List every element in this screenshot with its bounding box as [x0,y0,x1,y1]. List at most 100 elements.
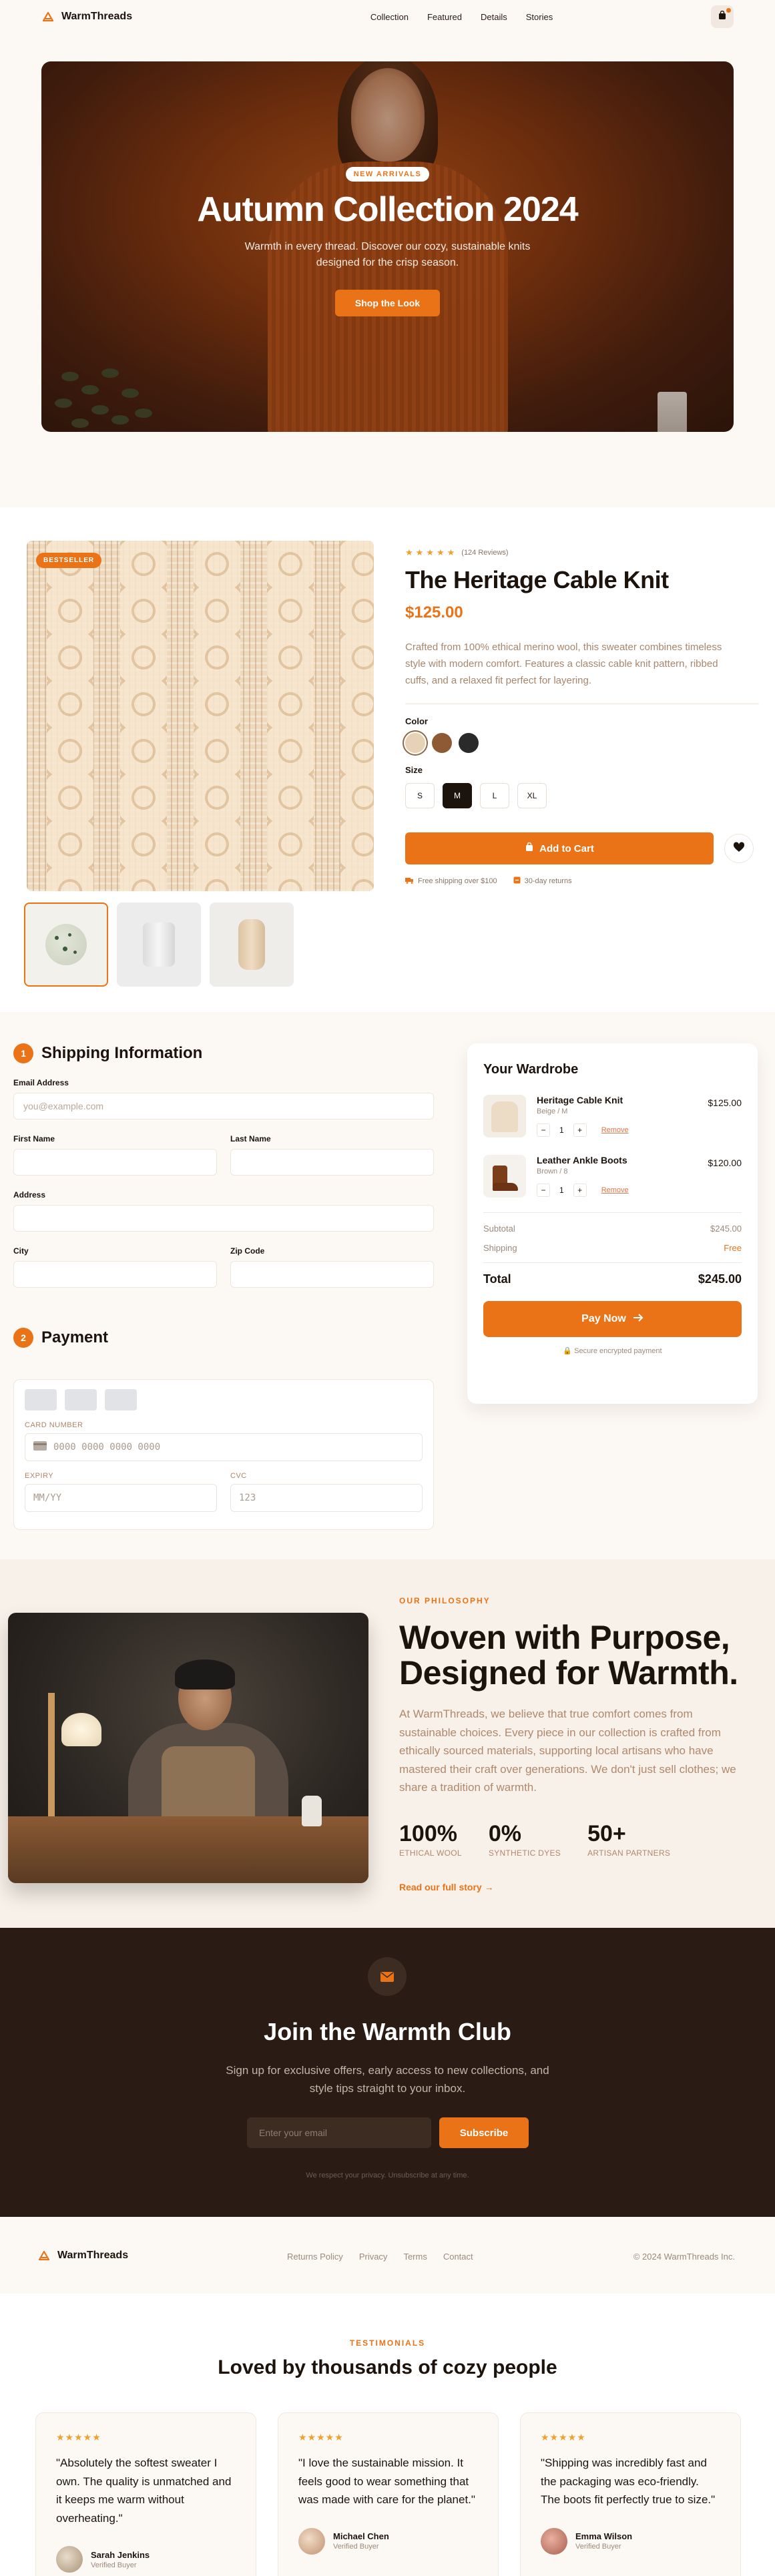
thumbnail-2[interactable] [117,903,201,987]
cart-item-variant: Beige / M [537,1107,568,1115]
size-option-m[interactable]: M [443,783,472,809]
last-name-field[interactable] [230,1149,434,1176]
shopping-bag-icon [718,10,727,23]
brand-logo[interactable]: WarmThreads [41,10,132,23]
cart-item-name: Heritage Cable Knit [537,1095,623,1105]
nav-link-collection[interactable]: Collection [370,12,409,22]
pay-now-label: Pay Now [581,1313,626,1324]
philosophy-content: OUR PHILOSOPHY Woven with Purpose, Desig… [399,1596,760,1892]
stat-label: ARTISAN PARTNERS [587,1848,671,1858]
wishlist-button[interactable] [724,834,754,864]
read-story-link[interactable]: Read our full story → [399,1882,760,1892]
stat-value: 100% [399,1820,457,1846]
cvc-field[interactable]: 123 [230,1484,423,1512]
decrease-qty-button[interactable]: − [537,1123,550,1137]
thumbnail-3[interactable] [210,903,294,987]
purchase-actions: Add to Cart [405,832,759,865]
cart-item-variant: Brown / 8 [537,1168,568,1176]
cart-item: Heritage Cable Knit Beige / M − 1 + Remo… [483,1095,742,1137]
zip-field[interactable] [230,1261,434,1288]
copyright: © 2024 WarmThreads Inc. [633,2252,735,2262]
first-name-label: First Name [13,1134,55,1143]
payment-title: Payment [41,1328,109,1346]
color-swatch-beige[interactable] [405,733,425,754]
pay-now-button[interactable]: Pay Now [483,1301,742,1337]
remove-item-link[interactable]: Remove [601,1126,629,1134]
rating-stars: ★★★★★ [298,2432,344,2442]
shipping-title: Shipping Information [41,1044,203,1062]
address-field[interactable] [13,1205,434,1232]
avatar [56,2546,83,2573]
payment-method-tab[interactable] [65,1389,97,1410]
color-swatch-brown[interactable] [432,733,452,754]
nav-link-stories[interactable]: Stories [526,12,553,22]
nav-link-featured[interactable]: Featured [427,12,462,22]
size-option-l[interactable]: L [480,783,509,809]
cart-item: Leather Ankle Boots Brown / 8 − 1 + Remo… [483,1155,742,1198]
testimonials-title: Loved by thousands of cozy people [218,2356,557,2378]
shop-the-look-button[interactable]: Shop the Look [334,290,441,316]
size-option-s[interactable]: S [405,783,435,809]
thumbnail-1[interactable] [24,903,108,987]
last-name-label: Last Name [230,1134,271,1143]
nav-link-details[interactable]: Details [481,12,507,22]
footer: WarmThreads Returns Policy Privacy Terms… [0,2217,775,2294]
expiry-field[interactable]: MM/YY [25,1484,217,1512]
testimonial-card: ★★★★★ "I love the sustainable mission. I… [278,2412,499,2576]
total-row: Total $245.00 [483,1272,742,1286]
testimonial-cards: ★★★★★ "Absolutely the softest sweater I … [35,2412,741,2576]
philosophy-title: Woven with Purpose, Designed for Warmth. [399,1619,738,1692]
increase-qty-button[interactable]: + [573,1184,587,1197]
footer-link-returns[interactable]: Returns Policy [287,2252,343,2262]
summary-title: Your Wardrobe [483,1062,579,1077]
city-field[interactable] [13,1261,217,1288]
thumbnail-gallery [24,903,294,987]
newsletter-section: Join the Warmth Club Sign up for exclusi… [0,1928,775,2217]
author-role: Verified Buyer [333,2543,379,2551]
email-field[interactable]: you@example.com [13,1093,434,1119]
perk-returns-text: 30-day returns [524,877,572,886]
footer-link-privacy[interactable]: Privacy [359,2252,388,2262]
color-swatch-charcoal[interactable] [459,733,479,754]
lock-icon: 🔒 [563,1347,573,1355]
decrease-qty-button[interactable]: − [537,1184,550,1197]
card-number-field[interactable]: 0000 0000 0000 0000 [25,1433,423,1461]
footer-link-contact[interactable]: Contact [443,2252,473,2262]
bestseller-badge: BESTSELLER [36,553,102,568]
payment-method-tab[interactable] [105,1389,137,1410]
payment-method-tab[interactable] [25,1389,57,1410]
cart-item-image [483,1095,526,1137]
testimonial-quote: "Absolutely the softest sweater I own. T… [56,2457,232,2525]
stat-label: ETHICAL WOOL [399,1848,462,1858]
increase-qty-button[interactable]: + [573,1123,587,1137]
cart-item-price: $125.00 [708,1097,742,1108]
expiry-label: EXPIRY [25,1472,54,1480]
philosophy-eyebrow: OUR PHILOSOPHY [399,1596,491,1605]
perk-shipping-text: Free shipping over $100 [418,877,497,886]
remove-item-link[interactable]: Remove [601,1186,629,1194]
cart-button[interactable] [711,5,734,28]
testimonial-author: Michael Chen Verified Buyer [298,2527,478,2555]
footer-link-terms[interactable]: Terms [403,2252,427,2262]
subscribe-button[interactable]: Subscribe [439,2117,529,2148]
hero-content: NEW ARRIVALS Autumn Collection 2024 Warm… [41,167,734,316]
payment-method-tabs [25,1389,423,1410]
size-option-xl[interactable]: XL [517,783,547,809]
cart-item-name: Leather Ankle Boots [537,1155,627,1166]
product-info: ★ ★ ★ ★ ★ (124 Reviews) The Heritage Cab… [405,547,759,886]
credit-card-icon [33,1441,47,1453]
card-number-label: CARD NUMBER [25,1421,83,1429]
testimonial-card: ★★★★★ "Absolutely the softest sweater I … [35,2412,256,2576]
testimonials-section: TESTIMONIALS Loved by thousands of cozy … [0,2294,775,2576]
add-to-cart-button[interactable]: Add to Cart [405,832,714,865]
review-count[interactable]: (124 Reviews) [461,549,508,557]
quantity-stepper: − 1 + Remove [537,1184,629,1197]
product-main-image[interactable]: BESTSELLER [27,541,374,891]
footer-brand[interactable]: WarmThreads [37,2249,128,2262]
divider [483,1262,742,1263]
shipping-form: 1 Shipping Information Email Address you… [13,1043,434,1348]
author-name: Emma Wilson [575,2531,633,2542]
newsletter-email-input[interactable]: Enter your email [247,2117,431,2148]
philosophy-body: At WarmThreads, we believe that true com… [399,1708,736,1794]
first-name-field[interactable] [13,1149,217,1176]
